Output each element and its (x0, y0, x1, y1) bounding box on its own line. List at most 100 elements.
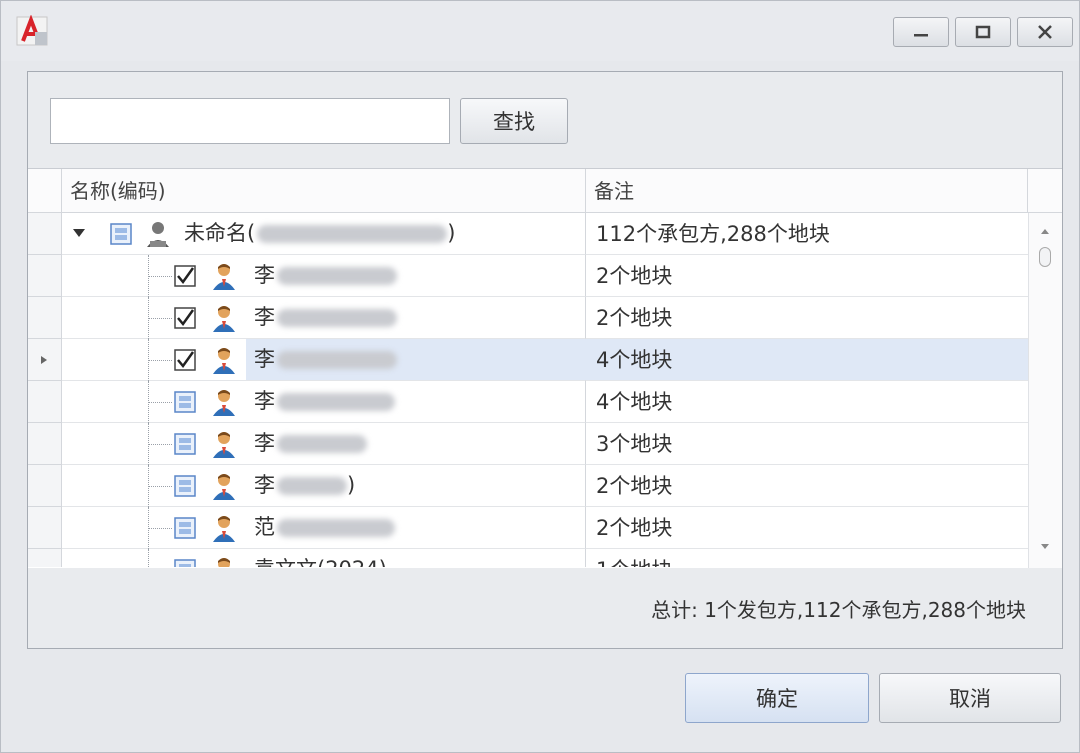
minimize-button[interactable] (893, 17, 949, 47)
contractor-label: 李 (246, 297, 586, 338)
partial-check-icon[interactable] (174, 517, 196, 539)
redacted-code (257, 225, 448, 243)
row-indicator (28, 381, 62, 423)
partial-check-icon[interactable] (110, 223, 132, 245)
checked-icon[interactable] (174, 265, 196, 287)
redacted-code (277, 267, 397, 285)
scroll-down-icon[interactable] (1040, 543, 1050, 551)
child-note-cell: 2个地块 (586, 507, 1028, 549)
row-indicator (28, 465, 62, 507)
partial-check-icon[interactable] (174, 391, 196, 413)
contractor-name-tail: ) (347, 473, 356, 497)
search-input[interactable] (50, 98, 450, 144)
child-note-cell: 2个地块 (586, 255, 1028, 297)
current-row-arrow-icon (41, 356, 47, 364)
contractor-person-icon (213, 516, 235, 542)
child-name-cell: 李 (62, 381, 586, 423)
child-note-cell: 2个地块 (586, 297, 1028, 339)
contractor-person-icon (213, 306, 235, 332)
child-name-cell: 范 (62, 507, 586, 549)
tree-connector-horizontal (148, 360, 172, 361)
expand-arrow-icon[interactable] (72, 228, 86, 238)
tree-child-row[interactable]: 范 2个地块 (28, 507, 1028, 549)
header-corner (1028, 169, 1062, 213)
tree-child-row[interactable]: 李 2个地块 (28, 297, 1028, 339)
checked-icon[interactable] (174, 349, 196, 371)
row-indicator (28, 423, 62, 465)
root-label-tail: ) (447, 221, 456, 245)
maximize-button[interactable] (955, 17, 1011, 47)
tree-connector-horizontal (148, 528, 172, 529)
child-name-cell: 李) (62, 465, 586, 507)
contractor-name-text: 李 (254, 263, 275, 287)
contractor-name-text: 李 (254, 431, 275, 455)
row-indicator (28, 255, 62, 297)
redacted-code (277, 351, 397, 369)
child-name-cell: 李 (62, 255, 586, 297)
scroll-thumb[interactable] (1039, 247, 1051, 267)
cancel-button[interactable]: 取消 (879, 673, 1061, 723)
redacted-code (277, 309, 397, 327)
contractor-person-icon (213, 432, 235, 458)
partial-check-icon[interactable] (174, 559, 196, 567)
row-indicator (28, 297, 62, 339)
root-name-cell: 未命名() (62, 213, 586, 255)
root-note-cell: 112个承包方,288个地块 (586, 213, 1028, 255)
contractor-label: 李 (246, 339, 586, 380)
tree-connector-horizontal (148, 318, 172, 319)
child-note-cell: 2个地块 (586, 465, 1028, 507)
vertical-scrollbar[interactable] (1028, 213, 1062, 568)
row-indicator (28, 213, 62, 255)
redacted-code (277, 435, 367, 453)
child-note-cell: 4个地块 (586, 381, 1028, 423)
title-bar[interactable] (1, 1, 1079, 61)
find-button[interactable]: 查找 (460, 98, 568, 144)
maximize-icon (975, 25, 991, 39)
header-note[interactable]: 备注 (586, 169, 1028, 213)
child-name-cell: 李 (62, 423, 586, 465)
ok-button[interactable]: 确定 (685, 673, 869, 723)
contractor-group-icon (147, 222, 169, 247)
tree-child-row[interactable]: 李) 2个地块 (28, 465, 1028, 507)
root-label-text: 未命名( (184, 221, 256, 245)
root-label: 未命名() (176, 213, 586, 254)
tree-child-row[interactable]: 李 3个地块 (28, 423, 1028, 465)
partial-check-icon[interactable] (174, 475, 196, 497)
contractor-label: 李 (246, 381, 586, 422)
contractor-person-icon (213, 390, 235, 416)
autocad-a-icon (16, 15, 48, 46)
redacted-code (277, 519, 395, 537)
tree-connector-vertical (148, 549, 149, 567)
child-name-cell: 李 (62, 297, 586, 339)
contractor-person-icon (213, 264, 235, 290)
contractor-name-text: 李 (254, 305, 275, 329)
contractor-label: 李 (246, 423, 586, 464)
tree-connector-horizontal (148, 486, 172, 487)
close-button[interactable] (1017, 17, 1073, 47)
row-indicator (28, 549, 62, 567)
row-indicator (28, 507, 62, 549)
checked-icon[interactable] (174, 307, 196, 329)
contractor-person-icon (213, 474, 235, 500)
summary-text: 总计: 1个发包方,112个承包方,288个地块 (651, 598, 1026, 622)
tree-connector-horizontal (148, 444, 172, 445)
contractor-name-text: 李 (254, 389, 275, 413)
tree-child-row[interactable]: 袁文文(2024) 1个地块 (28, 549, 1028, 567)
contractor-label: 袁文文(2024) (246, 549, 586, 567)
tree-connector-horizontal (148, 402, 172, 403)
minimize-icon (914, 34, 928, 37)
tree-child-row[interactable]: 李 2个地块 (28, 255, 1028, 297)
redacted-code (277, 393, 395, 411)
tree-root-row[interactable]: 未命名() 112个承包方,288个地块 (28, 213, 1028, 255)
contractor-name-text: 李 (254, 473, 275, 497)
child-note-cell: 1个地块 (586, 549, 1028, 567)
grid-rows: 未命名() 112个承包方,288个地块 李 2个地块李 2个地块李 4个地块李 4个地… (28, 213, 1028, 567)
header-name[interactable]: 名称(编码) (62, 169, 586, 213)
contractor-person-icon (218, 558, 230, 567)
tree-child-row[interactable]: 李 4个地块 (28, 381, 1028, 423)
tree-child-row[interactable]: 李 4个地块 (28, 339, 1028, 381)
partial-check-icon[interactable] (174, 433, 196, 455)
scroll-up-icon[interactable] (1040, 227, 1050, 235)
tree-grid: 名称(编码) 备注 未命名() 112个承包方,288个地块 李 2个地块 李… (28, 168, 1062, 568)
row-indicator (28, 339, 62, 381)
